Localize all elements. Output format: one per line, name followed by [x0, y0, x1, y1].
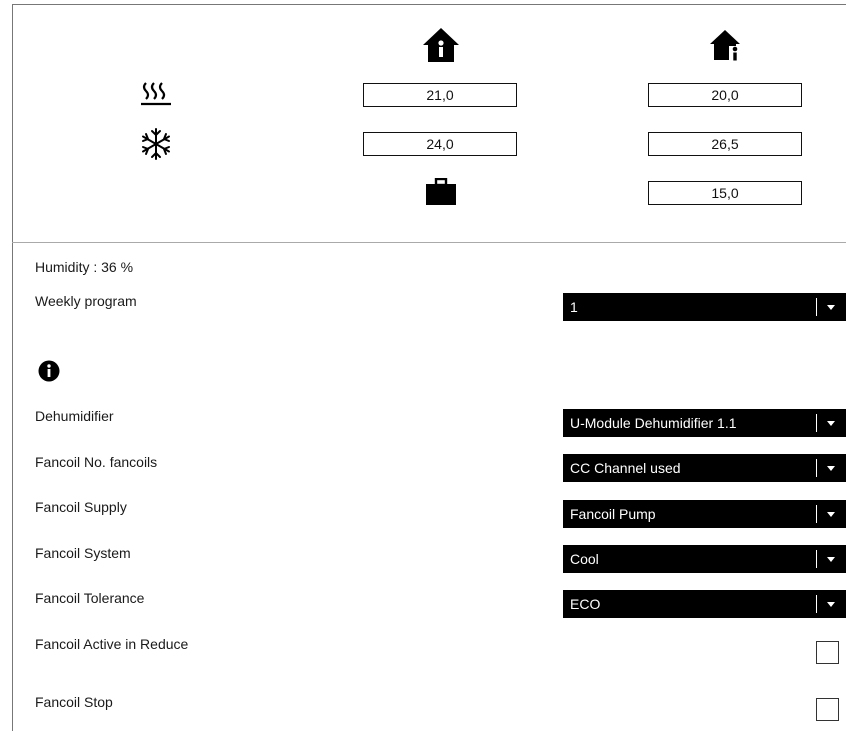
select-divider — [816, 414, 817, 432]
cool-comfort-setpoint[interactable]: 24,0 — [363, 132, 517, 156]
select-divider — [816, 550, 817, 568]
fancoil-stop-label: Fancoil Stop — [35, 694, 113, 710]
heat-reduced-setpoint[interactable]: 20,0 — [648, 83, 802, 107]
weekly-program-label: Weekly program — [35, 293, 137, 309]
cool-reduced-setpoint[interactable]: 26,5 — [648, 132, 802, 156]
settings-panel — [12, 4, 846, 731]
info-icon[interactable] — [38, 360, 60, 382]
fancoil-supply-value: Fancoil Pump — [570, 506, 656, 522]
fancoil-system-label: Fancoil System — [35, 545, 131, 561]
home-icon — [423, 28, 459, 62]
fancoil-system-select[interactable]: Cool — [563, 545, 846, 573]
heat-comfort-setpoint[interactable]: 21,0 — [363, 83, 517, 107]
chevron-down-icon — [827, 466, 835, 471]
select-divider — [816, 298, 817, 316]
heating-icon — [141, 82, 171, 106]
weekly-program-select[interactable]: 1 — [563, 293, 846, 321]
home-person-icon — [710, 30, 741, 61]
fancoil-no-value: CC Channel used — [570, 460, 681, 476]
fancoil-no-select[interactable]: CC Channel used — [563, 454, 846, 482]
fancoil-active-reduce-checkbox[interactable] — [816, 641, 839, 664]
fancoil-tolerance-value: ECO — [570, 596, 601, 612]
fancoil-supply-label: Fancoil Supply — [35, 499, 127, 515]
select-divider — [816, 459, 817, 477]
chevron-down-icon — [827, 305, 835, 310]
dehumidifier-select[interactable]: U-Module Dehumidifier 1.1 — [563, 409, 846, 437]
select-divider — [816, 505, 817, 523]
weekly-program-value: 1 — [570, 299, 578, 315]
briefcase-icon — [426, 178, 456, 205]
humidity-readout: Humidity : 36 % — [35, 259, 134, 275]
fancoil-no-label: Fancoil No. fancoils — [35, 454, 158, 470]
fancoil-active-reduce-label: Fancoil Active in Reduce — [35, 636, 189, 652]
fancoil-tolerance-select[interactable]: ECO — [563, 590, 846, 618]
fancoil-stop-checkbox[interactable] — [816, 698, 839, 721]
chevron-down-icon — [827, 602, 835, 607]
section-divider — [12, 242, 846, 243]
fancoil-supply-select[interactable]: Fancoil Pump — [563, 500, 846, 528]
away-setpoint[interactable]: 15,0 — [648, 181, 802, 205]
snowflake-icon — [142, 128, 170, 160]
chevron-down-icon — [827, 421, 835, 426]
fancoil-tolerance-label: Fancoil Tolerance — [35, 590, 145, 606]
fancoil-system-value: Cool — [570, 551, 599, 567]
dehumidifier-value: U-Module Dehumidifier 1.1 — [570, 415, 737, 431]
chevron-down-icon — [827, 512, 835, 517]
select-divider — [816, 595, 817, 613]
chevron-down-icon — [827, 557, 835, 562]
dehumidifier-label: Dehumidifier — [35, 408, 114, 424]
